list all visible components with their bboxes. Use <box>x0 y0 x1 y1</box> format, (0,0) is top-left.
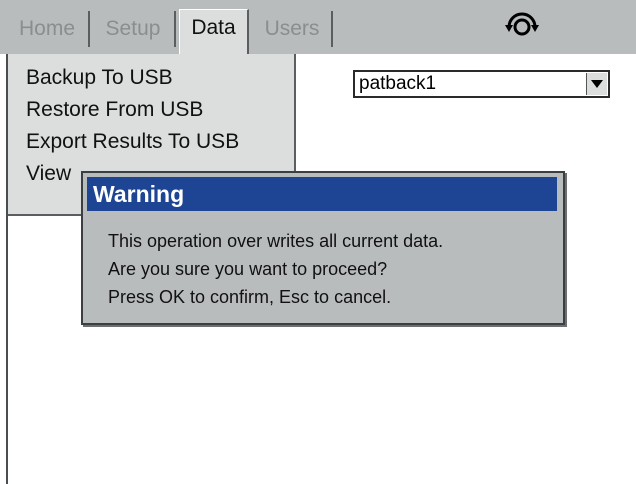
backup-select-value: patback1 <box>359 73 437 94</box>
menu-item-view[interactable]: View <box>26 162 71 186</box>
menu-item-backup-to-usb[interactable]: Backup To USB <box>26 66 173 90</box>
menu-item-restore-from-usb[interactable]: Restore From USB <box>26 98 203 122</box>
dialog-title: Warning <box>87 177 557 211</box>
app-screen: Home Setup Data Users Backup To USB Rest… <box>0 0 636 484</box>
tab-bar: Home Setup Data Users <box>0 0 636 54</box>
tab-data[interactable]: Data <box>179 9 249 54</box>
menu-item-export-results-to-usb[interactable]: Export Results To USB <box>26 130 239 154</box>
dialog-message-line: This operation over writes all current d… <box>108 231 444 251</box>
tab-users[interactable]: Users <box>253 11 333 47</box>
sync-icon <box>505 12 539 36</box>
tab-home[interactable]: Home <box>6 11 90 47</box>
dialog-message-line: Press OK to confirm, Esc to cancel. <box>108 287 392 307</box>
chevron-down-icon[interactable] <box>586 73 607 95</box>
warning-dialog: Warning This operation over writes all c… <box>81 171 565 325</box>
dialog-message-line: Are you sure you want to proceed? <box>108 259 388 279</box>
backup-select[interactable]: patback1 <box>353 70 610 98</box>
tab-setup[interactable]: Setup <box>92 11 176 47</box>
